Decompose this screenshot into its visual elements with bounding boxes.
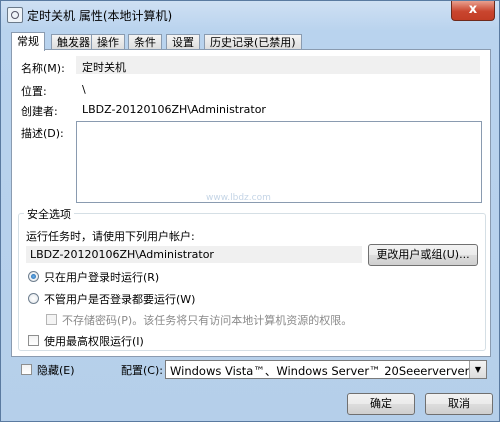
hidden-checkbox[interactable] xyxy=(21,364,32,375)
radio-logged-on[interactable] xyxy=(28,271,39,282)
description-label: 描述(D): xyxy=(21,127,64,140)
name-value: 定时关机 xyxy=(82,61,126,74)
location-value: \ xyxy=(82,83,86,96)
configure-combobox[interactable]: Windows Vista™、Windows Server™ 20Seeerve… xyxy=(165,360,487,379)
tab-settings[interactable]: 设置 xyxy=(166,34,200,50)
run-as-value: LBDZ-20120106ZH\Administrator xyxy=(30,248,214,261)
configure-label: 配置(C): xyxy=(121,364,163,377)
tab-history[interactable]: 历史记录(已禁用) xyxy=(204,34,302,50)
general-tab-panel: 名称(M): 定时关机 位置: \ 创建者: LBDZ-20120106ZH\A… xyxy=(11,49,491,357)
no-store-password-checkbox[interactable] xyxy=(46,314,57,325)
run-as-label: 运行任务时，请使用下列用户帐户: xyxy=(26,230,195,243)
close-button[interactable]: x xyxy=(451,1,495,21)
security-options-title: 安全选项 xyxy=(24,206,74,222)
title-bar[interactable]: 定时关机 属性(本地计算机) x xyxy=(1,1,499,29)
name-field[interactable]: 定时关机 xyxy=(76,56,480,74)
author-label: 创建者: xyxy=(21,105,58,118)
radio-whether-logged[interactable] xyxy=(28,293,39,304)
no-store-password-label: 不存储密码(P)。该任务将只有访问本地计算机资源的权限。 xyxy=(62,314,353,327)
tab-general[interactable]: 常规 xyxy=(11,32,45,51)
change-user-button[interactable]: 更改用户或组(U)... xyxy=(368,244,478,266)
hidden-label[interactable]: 隐藏(E) xyxy=(37,362,75,378)
highest-privileges-label[interactable]: 使用最高权限运行(I) xyxy=(44,333,144,349)
radio-whether-logged-label[interactable]: 不管用户是否登录都要运行(W) xyxy=(44,291,195,307)
tab-actions[interactable]: 操作 xyxy=(91,34,125,50)
description-textarea[interactable] xyxy=(76,121,482,203)
task-icon xyxy=(7,7,23,23)
ok-button[interactable]: 确定 xyxy=(347,393,415,415)
radio-logged-on-label[interactable]: 只在用户登录时运行(R) xyxy=(44,269,159,285)
cancel-button[interactable]: 取消 xyxy=(425,393,493,415)
configure-value: Windows Vista™、Windows Server™ 20Seeerve… xyxy=(170,364,486,378)
author-value: LBDZ-20120106ZH\Administrator xyxy=(82,103,266,116)
highest-privileges-checkbox[interactable] xyxy=(28,335,39,346)
tab-conditions[interactable]: 条件 xyxy=(128,34,162,50)
tab-triggers[interactable]: 触发器 xyxy=(51,34,96,50)
location-label: 位置: xyxy=(21,85,47,98)
watermark: www.lbdz.com xyxy=(206,193,271,203)
window-title: 定时关机 属性(本地计算机) xyxy=(27,9,173,23)
radio-selected-dot xyxy=(31,274,36,279)
close-icon: x xyxy=(468,2,478,17)
name-label: 名称(M): xyxy=(21,62,65,75)
run-as-field[interactable]: LBDZ-20120106ZH\Administrator xyxy=(26,246,362,263)
properties-window: 定时关机 属性(本地计算机) x 常规 触发器 操作 条件 设置 历史记录(已禁… xyxy=(0,0,500,422)
dropdown-arrow-icon[interactable]: ▼ xyxy=(469,361,486,378)
